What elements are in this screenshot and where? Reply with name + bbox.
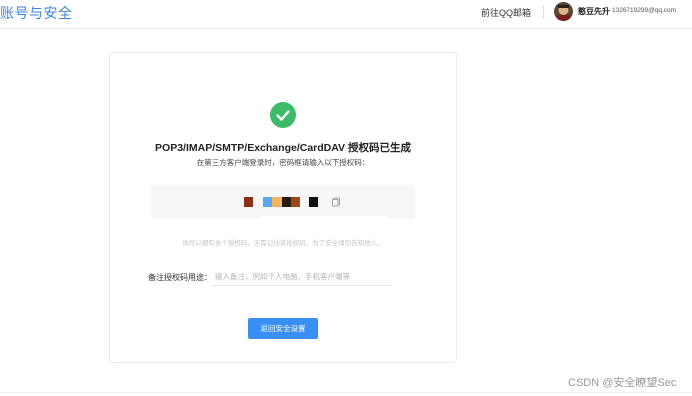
user-name: 憨豆先升 [578, 7, 610, 16]
hint-text: 你可以拥有多个授权码，无需记住该授权码。为了安全请勿告知他人。 [182, 240, 384, 247]
remark-input[interactable] [213, 267, 391, 286]
remark-label: 备注授权码用途： [148, 273, 212, 282]
masked-code-block [309, 197, 318, 207]
page-title: 账号与安全 [0, 5, 73, 21]
masked-code-block [282, 197, 291, 207]
avatar-image [554, 2, 573, 21]
copy-icon[interactable] [331, 197, 341, 207]
card-title: POP3/IMAP/SMTP/Exchange/CardDAV 授权码已生成 [155, 142, 411, 154]
masked-code-block [291, 197, 300, 207]
watermark-text: CSDN @安全瞭望Sec [568, 377, 677, 389]
masked-code-block [244, 197, 253, 207]
avatar[interactable] [554, 2, 573, 21]
footer-divider [0, 392, 692, 393]
auth-code-box [151, 185, 415, 219]
auth-code-card: POP3/IMAP/SMTP/Exchange/CardDAV 授权码已生成 在… [109, 52, 457, 363]
code-underline [261, 216, 387, 219]
masked-code-block [272, 197, 282, 207]
top-header: 账号与安全 前往QQ邮箱 憨豆先升 · 1326719299@qq.com [0, 0, 692, 29]
user-email: · 1326719299@qq.com [608, 6, 677, 14]
masked-code-block [263, 197, 272, 207]
success-check-icon [270, 102, 296, 128]
go-to-qq-mail-link[interactable]: 前往QQ邮箱 [481, 6, 531, 19]
return-security-settings-button[interactable]: 返回安全设置 [248, 318, 318, 339]
header-divider [543, 5, 544, 19]
card-subtitle: 在第三方客户端登录时，密码框请输入以下授权码： [196, 158, 370, 167]
